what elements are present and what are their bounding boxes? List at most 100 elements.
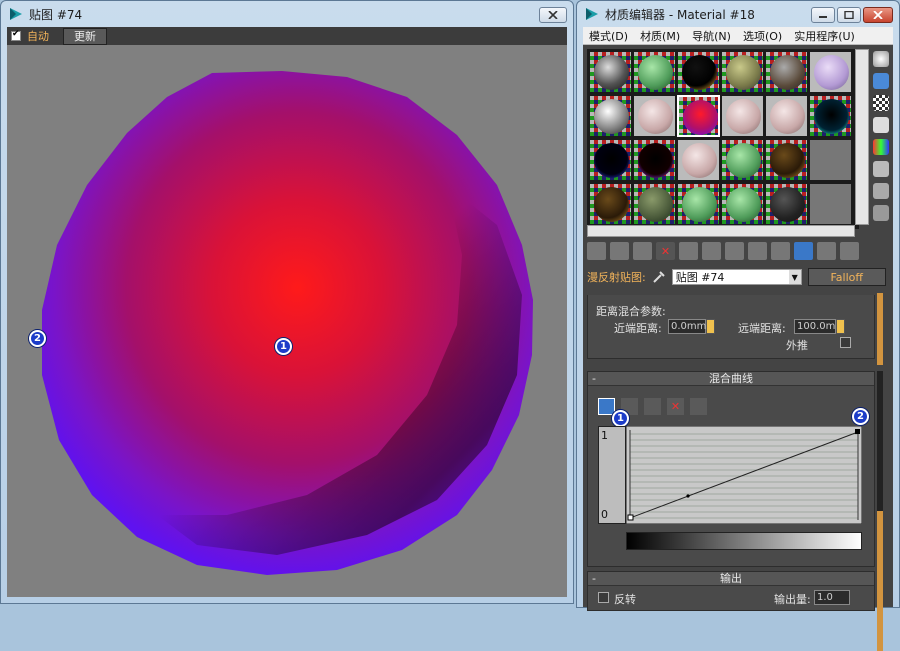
marker-2-edge: 2 <box>29 330 46 347</box>
reset-curve-icon[interactable] <box>690 398 707 415</box>
sample-type-icon[interactable] <box>873 51 889 67</box>
sample-slot[interactable] <box>809 139 852 181</box>
near-distance-label: 近端距离: <box>614 322 662 335</box>
sample-slot[interactable] <box>589 183 632 225</box>
near-distance-spinner[interactable] <box>706 319 715 334</box>
backlight-icon[interactable] <box>873 73 889 89</box>
sample-slot[interactable] <box>765 139 808 181</box>
map-window: 贴图 #74 自动 更新 <box>0 0 574 604</box>
make-unique-icon[interactable] <box>702 242 721 260</box>
show-map-in-viewport-icon[interactable] <box>771 242 790 260</box>
menu-material[interactable]: 材质(M) <box>634 28 686 44</box>
sample-slot[interactable] <box>721 139 764 181</box>
sample-slot[interactable] <box>589 95 632 137</box>
menu-navigation[interactable]: 导航(N) <box>686 28 737 44</box>
map-toolbar: 自动 更新 <box>7 27 567 45</box>
invert-label: 反转 <box>614 593 636 606</box>
menu-utilities[interactable]: 实用程序(U) <box>788 28 861 44</box>
update-button[interactable]: 更新 <box>63 27 107 45</box>
map-type-button[interactable]: Falloff <box>807 268 886 286</box>
distance-blend-panel: 距离混合参数: 近端距离: 0.0mm 远端距离: 100.0mm 外推 <box>587 295 875 359</box>
far-distance-spinner[interactable] <box>836 319 845 334</box>
sample-slot[interactable] <box>589 51 632 93</box>
side-toolbar <box>873 49 893 227</box>
put-to-library-icon[interactable] <box>725 242 744 260</box>
delete-point-icon[interactable]: ✕ <box>667 398 684 415</box>
sphere-preview <box>42 71 533 575</box>
curve-end-point[interactable] <box>855 429 860 434</box>
get-material-icon[interactable] <box>587 242 606 260</box>
menu-options[interactable]: 选项(O) <box>737 28 788 44</box>
move-point-icon[interactable] <box>598 398 615 415</box>
curve-start-point[interactable] <box>627 514 634 521</box>
invert-checkbox[interactable] <box>598 592 609 603</box>
close-icon <box>873 11 883 19</box>
slots-horizontal-scrollbar[interactable] <box>587 225 855 237</box>
eyedropper-icon[interactable] <box>652 270 666 284</box>
video-color-check-icon[interactable] <box>873 139 889 155</box>
sample-slot[interactable] <box>765 183 808 225</box>
menu-mode[interactable]: 模式(D) <box>583 28 634 44</box>
sample-slot[interactable] <box>633 95 676 137</box>
copy-material-icon[interactable] <box>679 242 698 260</box>
minimize-button[interactable] <box>811 7 835 23</box>
output-rollout-header[interactable]: - 输出 <box>588 572 874 586</box>
mix-curve-rollout-header[interactable]: - 混合曲线 <box>588 372 874 386</box>
material-toolbar: ✕ <box>587 241 859 261</box>
gradient-preview-bar <box>626 532 862 550</box>
auto-label: 自动 <box>27 30 49 43</box>
sample-slot[interactable] <box>721 183 764 225</box>
extrapolate-checkbox[interactable] <box>840 337 851 348</box>
far-distance-field[interactable]: 100.0mm <box>794 319 845 334</box>
sample-slot[interactable] <box>809 51 852 93</box>
material-editor-titlebar[interactable]: 材质编辑器 - Material #18 <box>577 1 899 27</box>
close-button[interactable] <box>863 7 893 23</box>
select-by-material-icon[interactable] <box>873 205 889 221</box>
output-amount-field[interactable]: 1.0 <box>814 590 850 605</box>
background-icon[interactable] <box>873 95 889 111</box>
auto-checkbox[interactable] <box>11 29 21 41</box>
sample-slot[interactable] <box>809 183 852 225</box>
uv-tiling-icon[interactable] <box>873 117 889 133</box>
sample-slot-active[interactable] <box>677 95 720 137</box>
material-id-channel-icon[interactable] <box>748 242 767 260</box>
reset-map-icon[interactable]: ✕ <box>656 242 675 260</box>
sample-slot[interactable] <box>721 95 764 137</box>
map-preview-canvas[interactable]: 1 2 <box>7 45 567 597</box>
sample-slot[interactable] <box>677 51 720 93</box>
assign-to-selection-icon[interactable] <box>633 242 652 260</box>
sample-slots-grid <box>587 49 859 229</box>
curve-graph[interactable] <box>626 426 862 524</box>
map-window-titlebar[interactable]: 贴图 #74 <box>1 1 573 27</box>
show-end-result-icon[interactable] <box>794 242 813 260</box>
sample-slot[interactable] <box>809 95 852 137</box>
sample-slot[interactable] <box>633 139 676 181</box>
sample-slot[interactable] <box>765 51 808 93</box>
sample-slot[interactable] <box>721 51 764 93</box>
maximize-button[interactable] <box>837 7 861 23</box>
sample-slot[interactable] <box>765 95 808 137</box>
make-preview-icon[interactable] <box>873 161 889 177</box>
collapse-icon: - <box>592 572 596 585</box>
sample-slot[interactable] <box>633 51 676 93</box>
menu-bar: 模式(D) 材质(M) 导航(N) 选项(O) 实用程序(U) <box>583 27 893 45</box>
put-to-scene-icon[interactable] <box>610 242 629 260</box>
options-icon[interactable] <box>873 183 889 199</box>
3dsmax-app-icon <box>586 8 598 20</box>
sample-slot[interactable] <box>677 139 720 181</box>
close-button[interactable] <box>539 7 567 23</box>
curve-handle[interactable] <box>686 494 690 498</box>
curve-axis: 1 0 <box>598 426 626 524</box>
map-name-dropdown[interactable]: 贴图 #74 ▼ <box>671 269 802 285</box>
near-distance-field[interactable]: 0.0mm <box>668 319 706 334</box>
sample-slot[interactable] <box>589 139 632 181</box>
insert-point-icon[interactable] <box>644 398 661 415</box>
sample-slot[interactable] <box>633 183 676 225</box>
panel-divider <box>877 371 883 511</box>
go-to-parent-icon[interactable] <box>817 242 836 260</box>
sample-slot[interactable] <box>677 183 720 225</box>
distance-blend-heading: 距离混合参数: <box>596 305 666 318</box>
slots-vertical-scrollbar[interactable] <box>855 49 869 225</box>
mix-curve-panel: - 混合曲线 ✕ 1 2 1 0 <box>587 371 875 567</box>
go-forward-sibling-icon[interactable] <box>840 242 859 260</box>
